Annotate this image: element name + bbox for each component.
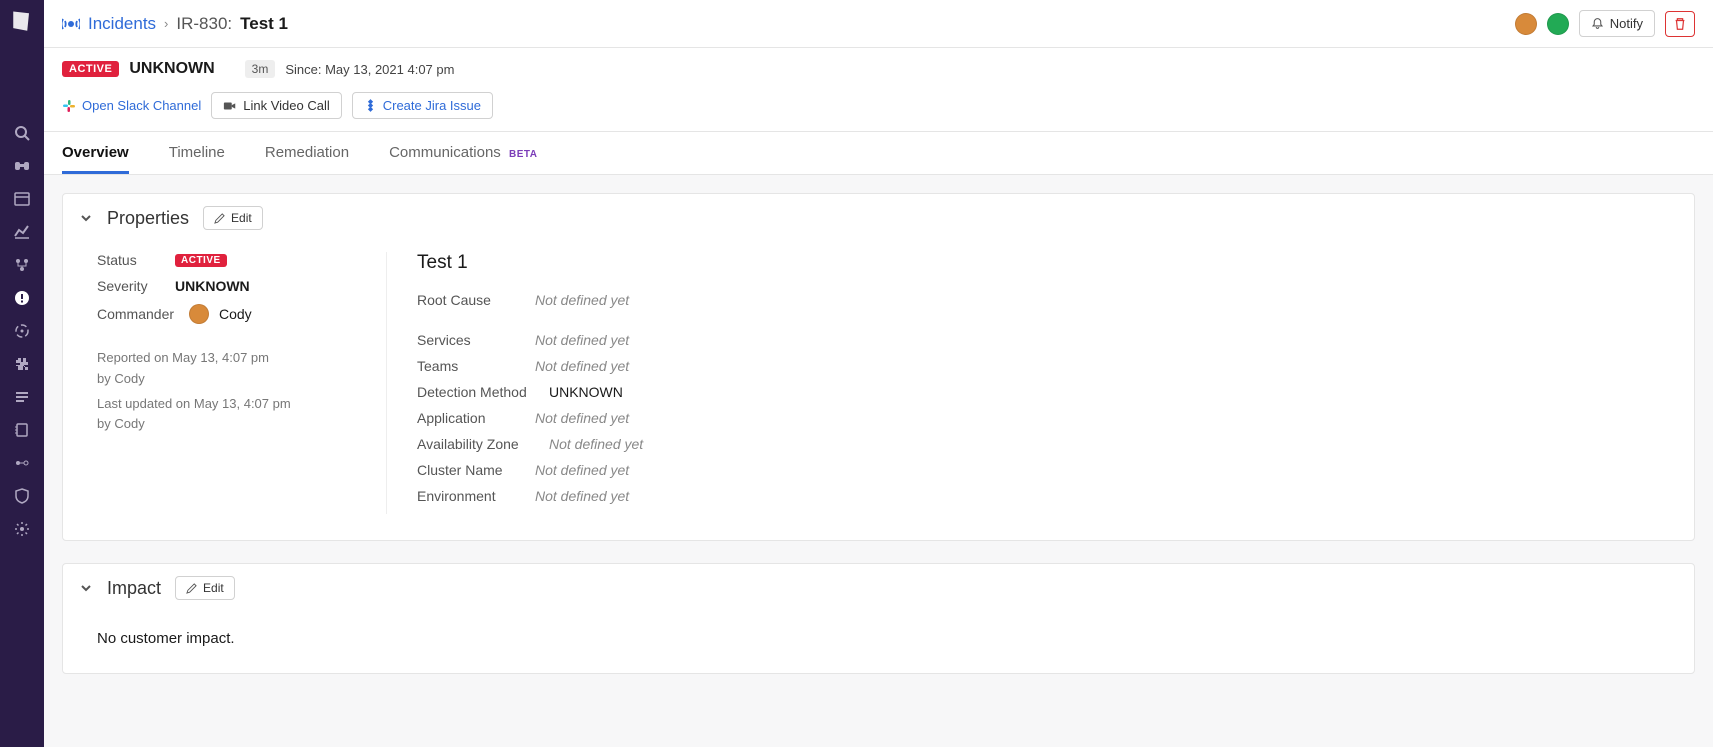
services-value: Not defined yet	[535, 332, 629, 348]
edit-properties-button[interactable]: Edit	[203, 206, 263, 230]
edit-impact-button[interactable]: Edit	[175, 576, 235, 600]
properties-card: Properties Edit Status ACTIVE Severity	[62, 193, 1695, 541]
updated-line: Last updated on May 13, 4:07 pm	[97, 394, 386, 415]
top-actions: Notify	[1515, 10, 1695, 37]
impact-body: No customer impact.	[63, 612, 1694, 673]
trash-icon	[1673, 17, 1687, 31]
dashboard-icon[interactable]	[0, 182, 44, 215]
topbar: Incidents › IR-830: Test 1 Notify	[44, 0, 1713, 48]
main-panel: Incidents › IR-830: Test 1 Notify ACTIVE…	[44, 0, 1713, 747]
app-sidebar	[0, 0, 44, 747]
env-value: Not defined yet	[535, 488, 629, 504]
commander-key: Commander	[97, 306, 179, 322]
severity-text: UNKNOWN	[129, 60, 214, 78]
slack-icon	[62, 99, 76, 113]
severity-value: UNKNOWN	[175, 278, 250, 294]
az-key: Availability Zone	[417, 436, 533, 452]
tab-overview[interactable]: Overview	[62, 132, 129, 174]
incident-subheader: ACTIVE UNKNOWN 3m Since: May 13, 2021 4:…	[44, 48, 1713, 132]
binoculars-icon[interactable]	[0, 149, 44, 182]
impact-card: Impact Edit No customer impact.	[62, 563, 1695, 674]
tab-communications[interactable]: Communications BETA	[389, 132, 537, 174]
cluster-value: Not defined yet	[535, 462, 629, 478]
chevron-right-icon: ›	[164, 16, 168, 31]
properties-meta: Reported on May 13, 4:07 pm by Cody Last…	[97, 348, 386, 435]
video-label: Link Video Call	[243, 98, 329, 113]
pencil-icon	[214, 213, 225, 224]
tab-remediation[interactable]: Remediation	[265, 132, 349, 174]
properties-left: Status ACTIVE Severity UNKNOWN Commander…	[97, 252, 387, 514]
reported-by-line: by Cody	[97, 369, 386, 390]
status-value-badge: ACTIVE	[175, 254, 227, 267]
logs-icon[interactable]	[0, 380, 44, 413]
beta-badge: BETA	[509, 149, 537, 160]
incident-title: Test 1	[240, 14, 288, 34]
detection-value: UNKNOWN	[549, 384, 623, 400]
collapse-properties-icon[interactable]	[79, 211, 93, 225]
env-key: Environment	[417, 488, 519, 504]
pencil-icon	[186, 583, 197, 594]
impact-title: Impact	[107, 578, 161, 599]
services-key: Services	[417, 332, 519, 348]
notify-label: Notify	[1610, 16, 1643, 31]
create-jira-button[interactable]: Create Jira Issue	[352, 92, 493, 119]
updated-by-line: by Cody	[97, 414, 386, 435]
breadcrumb-root-link[interactable]: Incidents	[88, 14, 156, 34]
commander-avatar	[189, 304, 209, 324]
teams-value: Not defined yet	[535, 358, 629, 374]
severity-key: Severity	[97, 278, 165, 294]
avatar-2[interactable]	[1547, 13, 1569, 35]
security-icon[interactable]	[0, 479, 44, 512]
impact-text: No customer impact.	[97, 630, 235, 647]
since-text: Since: May 13, 2021 4:07 pm	[285, 62, 454, 77]
application-key: Application	[417, 410, 519, 426]
az-value: Not defined yet	[549, 436, 643, 452]
root-cause-value: Not defined yet	[535, 292, 629, 308]
alerts-icon[interactable]	[0, 281, 44, 314]
open-slack-link[interactable]: Open Slack Channel	[62, 98, 201, 113]
properties-title: Properties	[107, 208, 189, 229]
incident-id: IR-830:	[176, 14, 232, 34]
reported-line: Reported on May 13, 4:07 pm	[97, 348, 386, 369]
commander-value: Cody	[219, 306, 252, 322]
jira-label: Create Jira Issue	[383, 98, 481, 113]
avatar-1[interactable]	[1515, 13, 1537, 35]
search-icon[interactable]	[0, 116, 44, 149]
root-cause-key: Root Cause	[417, 292, 519, 308]
infrastructure-icon[interactable]	[0, 248, 44, 281]
application-value: Not defined yet	[535, 410, 629, 426]
status-key: Status	[97, 252, 165, 268]
settings-icon[interactable]	[0, 512, 44, 545]
properties-right: Test 1 Root Cause Not defined yet Service…	[387, 252, 1670, 514]
metrics-icon[interactable]	[0, 215, 44, 248]
breadcrumb: Incidents › IR-830: Test 1	[62, 14, 288, 34]
delete-button[interactable]	[1665, 11, 1695, 37]
collapse-impact-icon[interactable]	[79, 581, 93, 595]
jira-icon	[364, 99, 377, 112]
video-icon	[223, 100, 237, 112]
slack-label: Open Slack Channel	[82, 98, 201, 113]
age-badge: 3m	[245, 60, 276, 78]
incidents-icon	[62, 15, 80, 33]
notify-button[interactable]: Notify	[1579, 10, 1655, 37]
content-area: Properties Edit Status ACTIVE Severity	[44, 175, 1713, 747]
tab-timeline[interactable]: Timeline	[169, 132, 225, 174]
apm-icon[interactable]	[0, 314, 44, 347]
tabs: Overview Timeline Remediation Communicat…	[44, 132, 1713, 175]
cluster-key: Cluster Name	[417, 462, 519, 478]
teams-key: Teams	[417, 358, 519, 374]
status-badge: ACTIVE	[62, 61, 119, 77]
link-video-button[interactable]: Link Video Call	[211, 92, 341, 119]
datadog-logo-icon[interactable]	[8, 8, 36, 36]
bell-icon	[1591, 17, 1604, 30]
ci-icon[interactable]	[0, 446, 44, 479]
properties-right-title: Test 1	[417, 252, 1670, 274]
notebook-icon[interactable]	[0, 413, 44, 446]
detection-key: Detection Method	[417, 384, 533, 400]
integrations-icon[interactable]	[0, 347, 44, 380]
